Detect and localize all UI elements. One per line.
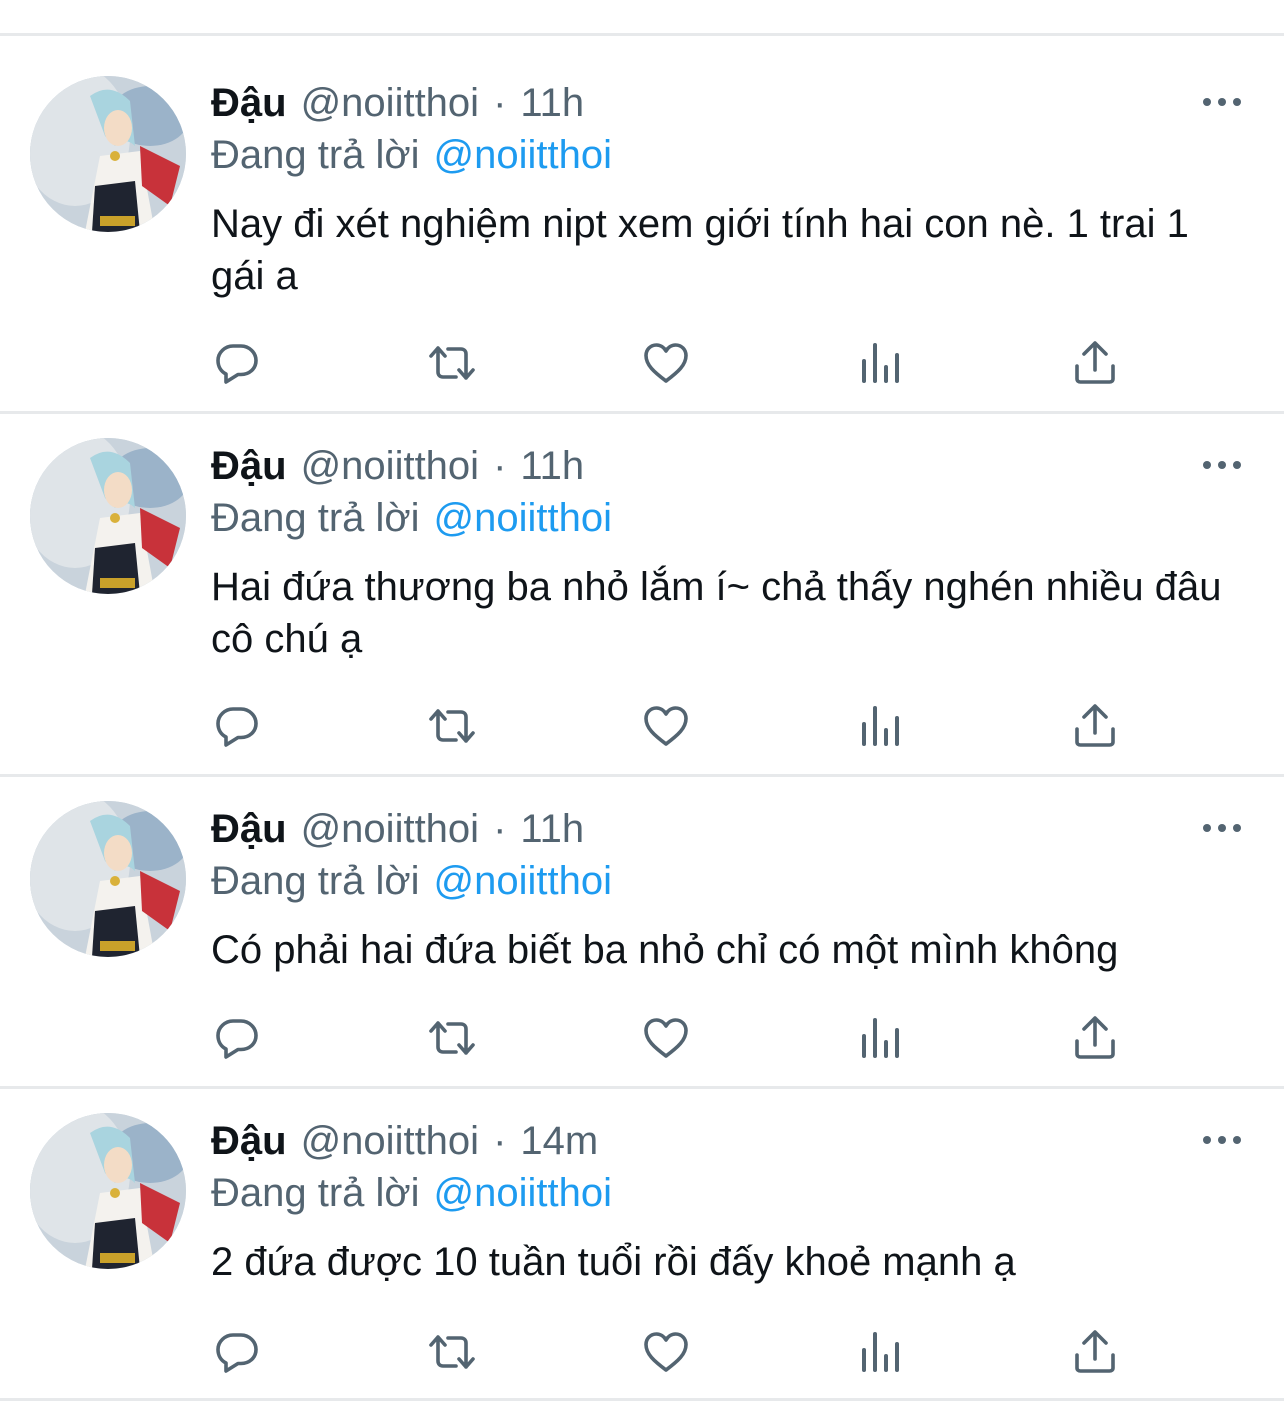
tweet-header: Đậu @noiitthoi · 11h [211, 804, 584, 854]
separator: · [493, 443, 507, 488]
more-icon [1203, 461, 1241, 469]
more-button[interactable] [1196, 82, 1248, 122]
share-button[interactable] [1065, 333, 1125, 393]
separator: · [493, 80, 507, 125]
like-button[interactable] [636, 333, 696, 393]
author-name[interactable]: Đậu [211, 444, 287, 489]
replying-to: Đang trả lời @noiitthoi [211, 130, 612, 180]
replying-label: Đang trả lời [211, 495, 420, 540]
replying-to: Đang trả lời @noiitthoi [211, 1168, 612, 1218]
views-button[interactable] [851, 1322, 911, 1382]
views-icon [862, 343, 899, 383]
replying-to-handle[interactable]: @noiitthoi [434, 1171, 612, 1216]
share-button[interactable] [1065, 1322, 1125, 1382]
views-button[interactable] [851, 1008, 911, 1068]
share-icon [1075, 1016, 1115, 1059]
share-button[interactable] [1065, 1008, 1125, 1068]
more-icon [1203, 824, 1241, 832]
like-icon [644, 343, 688, 383]
like-icon [644, 706, 688, 746]
share-icon [1075, 1330, 1115, 1373]
action-bar [0, 333, 1284, 393]
tweet[interactable]: Đậu @noiitthoi · 11h Đang trả lời @noiit… [0, 777, 1284, 1089]
retweet-icon [429, 1335, 475, 1369]
like-button[interactable] [636, 1008, 696, 1068]
more-button[interactable] [1196, 445, 1248, 485]
share-icon [1075, 704, 1115, 747]
separator: · [493, 806, 507, 851]
tweet-header: Đậu @noiitthoi · 14m [211, 1116, 598, 1166]
reply-button[interactable] [207, 696, 267, 756]
timestamp[interactable]: 11h [520, 807, 584, 852]
share-button[interactable] [1065, 696, 1125, 756]
retweet-icon [429, 709, 475, 743]
reply-icon [216, 344, 258, 384]
separator: · [493, 1118, 507, 1163]
avatar[interactable] [30, 1113, 186, 1269]
timestamp[interactable]: 14m [520, 1119, 598, 1164]
tweet-text: Có phải hai đứa biết ba nhỏ chỉ có một m… [211, 928, 1119, 972]
like-icon [644, 1332, 688, 1372]
views-icon [862, 1018, 899, 1058]
retweet-icon [429, 1021, 475, 1055]
more-icon [1203, 1136, 1241, 1144]
author-handle[interactable]: @noiitthoi [301, 444, 479, 489]
replying-label: Đang trả lời [211, 1170, 420, 1215]
author-name[interactable]: Đậu [211, 1119, 287, 1164]
action-bar [0, 696, 1284, 756]
replying-to-handle[interactable]: @noiitthoi [434, 496, 612, 541]
reply-button[interactable] [207, 1322, 267, 1382]
retweet-button[interactable] [422, 1322, 482, 1382]
timestamp[interactable]: 11h [520, 444, 584, 489]
views-icon [862, 706, 899, 746]
replying-to-handle[interactable]: @noiitthoi [434, 859, 612, 904]
tweet-header: Đậu @noiitthoi · 11h [211, 441, 584, 491]
retweet-button[interactable] [422, 1008, 482, 1068]
tweet[interactable]: Đậu @noiitthoi · 11h Đang trả lời @noiit… [0, 36, 1284, 414]
author-name[interactable]: Đậu [211, 807, 287, 852]
author-name[interactable]: Đậu [211, 81, 287, 126]
views-button[interactable] [851, 333, 911, 393]
author-handle[interactable]: @noiitthoi [301, 81, 479, 126]
avatar[interactable] [30, 76, 186, 232]
views-icon [862, 1332, 899, 1372]
retweet-button[interactable] [422, 333, 482, 393]
tweet-text: Hai đứa thương ba nhỏ lắm í~ chả thấy ng… [211, 565, 1222, 661]
retweet-button[interactable] [422, 696, 482, 756]
more-button[interactable] [1196, 1120, 1248, 1160]
action-bar [0, 1008, 1284, 1068]
tweet[interactable]: Đậu @noiitthoi · 11h Đang trả lời @noiit… [0, 414, 1284, 777]
more-button[interactable] [1196, 808, 1248, 848]
author-handle[interactable]: @noiitthoi [301, 1119, 479, 1164]
reply-button[interactable] [207, 1008, 267, 1068]
replying-label: Đang trả lời [211, 132, 420, 177]
like-icon [644, 1018, 688, 1058]
reply-icon [216, 1333, 258, 1373]
like-button[interactable] [636, 696, 696, 756]
tweet[interactable]: Đậu @noiitthoi · 14m Đang trả lời @noiit… [0, 1089, 1284, 1401]
action-bar [0, 1322, 1284, 1382]
avatar[interactable] [30, 801, 186, 957]
views-button[interactable] [851, 696, 911, 756]
timestamp[interactable]: 11h [520, 81, 584, 126]
replying-label: Đang trả lời [211, 858, 420, 903]
avatar[interactable] [30, 438, 186, 594]
share-icon [1075, 341, 1115, 384]
author-handle[interactable]: @noiitthoi [301, 807, 479, 852]
replying-to: Đang trả lời @noiitthoi [211, 856, 612, 906]
reply-button[interactable] [207, 333, 267, 393]
replying-to-handle[interactable]: @noiitthoi [434, 133, 612, 178]
replying-to: Đang trả lời @noiitthoi [211, 493, 612, 543]
tweet-text: Nay đi xét nghiệm nipt xem giới tính hai… [211, 202, 1189, 298]
tweet-text: 2 đứa được 10 tuần tuổi rồi đấy khoẻ mạn… [211, 1240, 1016, 1284]
reply-icon [216, 1019, 258, 1059]
reply-icon [216, 707, 258, 747]
tweet-header: Đậu @noiitthoi · 11h [211, 78, 584, 128]
like-button[interactable] [636, 1322, 696, 1382]
retweet-icon [429, 346, 475, 380]
more-icon [1203, 98, 1241, 106]
